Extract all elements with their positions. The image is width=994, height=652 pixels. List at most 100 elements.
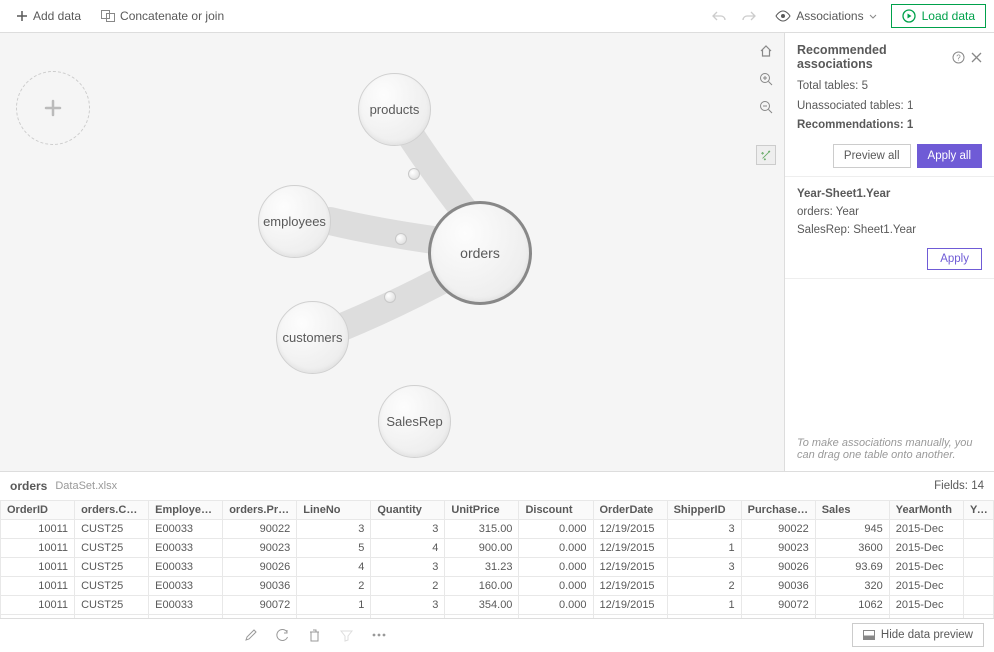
rec-title: Year-Sheet1.Year <box>797 185 982 203</box>
table-row[interactable]: 10011CUST25E00033900264331.230.00012/19/… <box>1 558 994 577</box>
delete-icon[interactable] <box>307 627 323 643</box>
collapse-icon <box>863 630 875 640</box>
connection-dot[interactable] <box>395 233 407 245</box>
association-canvas[interactable]: products employees orders customers Sale… <box>0 33 784 471</box>
table-cell: 10011 <box>1 577 75 596</box>
data-preview-table: OrderIDorders.Cust…EmployeeKeyorders.Pro… <box>0 500 994 618</box>
table-row[interactable]: 10011CUST25E000339003622160.000.00012/19… <box>1 577 994 596</box>
table-cell: E00033 <box>149 558 223 577</box>
table-bubble-employees[interactable]: employees <box>258 185 331 258</box>
table-cell: 1062 <box>815 596 889 615</box>
table-cell: 3 <box>371 520 445 539</box>
table-cell: 90036 <box>741 577 815 596</box>
column-header[interactable]: orders.Cust… <box>75 501 149 520</box>
table-cell: 354.00 <box>445 596 519 615</box>
table-row[interactable]: 10011CUST25E000339002233315.000.00012/19… <box>1 520 994 539</box>
column-header[interactable]: Discount <box>519 501 593 520</box>
column-header[interactable]: EmployeeKey <box>149 501 223 520</box>
column-header[interactable]: PurchasedP… <box>741 501 815 520</box>
table-cell: 90072 <box>223 596 297 615</box>
column-header[interactable]: Year <box>964 501 994 520</box>
table-cell: 2 <box>297 577 371 596</box>
table-cell: 3 <box>297 520 371 539</box>
rec-detail: SalesRep: Sheet1.Year <box>797 221 982 239</box>
recommendations-panel: Recommended associations ? Total tables:… <box>784 33 994 471</box>
table-cell: CUST25 <box>75 577 149 596</box>
table-cell: 2015-Dec <box>889 539 963 558</box>
column-header[interactable]: LineNo <box>297 501 371 520</box>
redo-button[interactable] <box>737 4 761 28</box>
plus-icon <box>42 97 64 119</box>
table-cell: 1 <box>667 539 741 558</box>
table-cell: 2 <box>371 577 445 596</box>
column-header[interactable]: OrderDate <box>593 501 667 520</box>
table-cell: 900.00 <box>445 539 519 558</box>
apply-all-button[interactable]: Apply all <box>917 144 982 168</box>
load-data-label: Load data <box>922 9 975 23</box>
column-header[interactable]: orders.Prod… <box>223 501 297 520</box>
table-cell: 0.000 <box>519 520 593 539</box>
panel-tip: To make associations manually, you can d… <box>785 427 994 471</box>
table-cell <box>964 596 994 615</box>
table-cell: 4 <box>371 539 445 558</box>
concat-label: Concatenate or join <box>120 9 224 23</box>
table-row[interactable]: 10011CUST25E000339002354900.000.00012/19… <box>1 539 994 558</box>
zoom-in-button[interactable] <box>756 69 776 89</box>
table-bubble-salesrep[interactable]: SalesRep <box>378 385 451 458</box>
table-cell: CUST25 <box>75 596 149 615</box>
connection-dot[interactable] <box>408 168 420 180</box>
table-cell: 2 <box>667 577 741 596</box>
close-icon[interactable] <box>971 52 982 63</box>
apply-button[interactable]: Apply <box>927 248 982 270</box>
hide-preview-label: Hide data preview <box>881 629 973 641</box>
table-cell: E00033 <box>149 596 223 615</box>
recommendation-card[interactable]: Year-Sheet1.Year orders: Year SalesRep: … <box>785 176 994 279</box>
table-cell: 90022 <box>741 520 815 539</box>
table-cell: 90026 <box>741 558 815 577</box>
filter-icon[interactable] <box>339 627 355 643</box>
table-bubble-products[interactable]: products <box>358 73 431 146</box>
chevron-down-icon <box>869 14 877 19</box>
help-icon[interactable]: ? <box>952 51 965 64</box>
column-header[interactable]: Sales <box>815 501 889 520</box>
associations-dropdown[interactable]: Associations <box>767 5 884 27</box>
table-cell: 90022 <box>223 520 297 539</box>
magic-wand-button[interactable] <box>756 145 776 165</box>
bottom-toolbar: Hide data preview <box>0 618 994 651</box>
preview-all-button[interactable]: Preview all <box>833 144 911 168</box>
table-cell: CUST25 <box>75 520 149 539</box>
edit-icon[interactable] <box>243 627 259 643</box>
more-icon[interactable] <box>371 627 387 643</box>
preview-header: orders DataSet.xlsx Fields: 14 <box>0 472 994 500</box>
table-bubble-orders[interactable]: orders <box>428 201 532 305</box>
canvas-tools <box>756 41 776 165</box>
home-zoom-button[interactable] <box>756 41 776 61</box>
column-header[interactable]: OrderID <box>1 501 75 520</box>
load-data-button[interactable]: Load data <box>891 4 986 28</box>
table-cell: 0.000 <box>519 558 593 577</box>
table-row[interactable]: 10011CUST25E000339007213354.000.00012/19… <box>1 596 994 615</box>
connection-dot[interactable] <box>384 291 396 303</box>
table-cell: 0.000 <box>519 539 593 558</box>
concatenate-button[interactable]: Concatenate or join <box>93 5 232 27</box>
table-cell: E00033 <box>149 539 223 558</box>
column-header[interactable]: ShipperID <box>667 501 741 520</box>
column-header[interactable]: YearMonth <box>889 501 963 520</box>
table-cell: 2015-Dec <box>889 596 963 615</box>
table-cell: E00033 <box>149 520 223 539</box>
table-cell: 2015-Dec <box>889 577 963 596</box>
table-bubble-customers[interactable]: customers <box>276 301 349 374</box>
table-cell: 3 <box>667 558 741 577</box>
column-header[interactable]: UnitPrice <box>445 501 519 520</box>
zoom-out-button[interactable] <box>756 97 776 117</box>
table-cell <box>964 520 994 539</box>
table-cell <box>964 577 994 596</box>
refresh-icon[interactable] <box>275 627 291 643</box>
add-data-button[interactable]: Add data <box>8 5 89 27</box>
add-table-bubble[interactable] <box>16 71 90 145</box>
hide-preview-button[interactable]: Hide data preview <box>852 623 984 647</box>
table-cell: 90023 <box>223 539 297 558</box>
undo-button[interactable] <box>707 4 731 28</box>
table-cell: 315.00 <box>445 520 519 539</box>
column-header[interactable]: Quantity <box>371 501 445 520</box>
